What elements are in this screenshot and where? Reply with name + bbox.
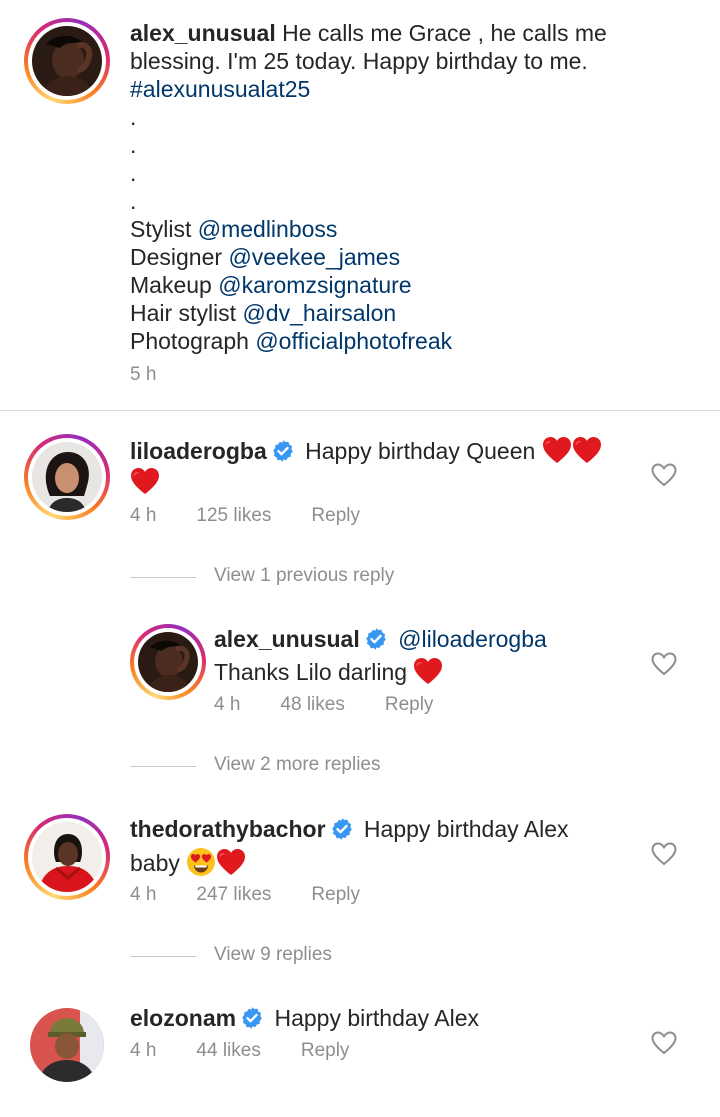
comment-line-1: elozonam Happy birthday Alex xyxy=(130,1004,479,1032)
credit-handle[interactable]: @medlinboss xyxy=(198,216,338,242)
credit-role: Designer xyxy=(130,244,223,270)
red-heart-emoji xyxy=(572,436,602,464)
credit-line: Designer @veekee_james xyxy=(130,243,400,271)
comment-time: 4 h xyxy=(130,884,157,905)
credit-handle[interactable]: @veekee_james xyxy=(228,244,400,270)
comment-avatar[interactable] xyxy=(30,1008,104,1082)
comment-username[interactable]: elozonam xyxy=(130,1005,236,1031)
caption-text-1: He calls me Grace , he calls me xyxy=(282,20,607,46)
caption-username[interactable]: alex_unusual xyxy=(130,20,276,46)
reply-username[interactable]: alex_unusual xyxy=(214,626,360,652)
like-heart-icon[interactable] xyxy=(651,652,677,676)
comment-avatar[interactable] xyxy=(24,814,110,900)
comment-username[interactable]: thedorathybachor xyxy=(130,816,326,842)
red-heart-emoji xyxy=(216,848,246,876)
comment-line-1: thedorathybachor Happy birthday Alex xyxy=(130,815,569,843)
comment-likes[interactable]: 44 likes xyxy=(196,1040,260,1061)
view-replies-label: View 2 more replies xyxy=(214,754,381,775)
comment-likes[interactable]: 247 likes xyxy=(196,884,271,905)
view-replies-toggle[interactable]: View 2 more replies xyxy=(130,754,450,778)
reply-meta: 4 h 48 likes Reply xyxy=(214,694,473,716)
red-heart-emoji xyxy=(413,657,443,685)
comment-text-continued: baby xyxy=(130,850,180,876)
comment-text: Happy birthday Alex xyxy=(363,816,569,842)
reply-button[interactable]: Reply xyxy=(311,884,360,905)
caption-text-2: blessing. I'm 25 today. Happy birthday t… xyxy=(130,48,588,74)
credit-handle[interactable]: @karomzsignature xyxy=(218,272,411,298)
comment-meta: 4 h 247 likes Reply xyxy=(130,884,400,906)
profile-photo-icon xyxy=(138,632,198,692)
comment-line-2 xyxy=(130,467,160,496)
credit-role: Photograph xyxy=(130,328,249,354)
caption-divider xyxy=(0,410,720,411)
reply-text: Thanks Lilo darling xyxy=(214,659,408,685)
credit-line: Stylist @medlinboss xyxy=(130,215,337,243)
credit-handle[interactable]: @dv_hairsalon xyxy=(242,300,396,326)
caption-dot: . xyxy=(130,188,137,214)
caption-avatar[interactable] xyxy=(24,18,110,104)
credit-line: Makeup @karomzsignature xyxy=(130,271,412,299)
comment-time: 4 h xyxy=(130,505,157,526)
caption-dot: . xyxy=(130,160,137,186)
profile-photo-icon xyxy=(30,1008,104,1082)
view-replies-toggle[interactable]: View 9 replies xyxy=(130,944,450,968)
red-heart-emoji xyxy=(542,436,572,464)
reply-line-1: alex_unusual @liloaderogba xyxy=(214,625,547,653)
credit-line: Photograph @officialphotofreak xyxy=(130,327,452,355)
profile-photo-icon xyxy=(32,442,102,512)
reply-mention[interactable]: @liloaderogba xyxy=(398,626,547,652)
comment-avatar[interactable] xyxy=(24,434,110,520)
like-heart-icon[interactable] xyxy=(651,463,677,487)
view-replies-line xyxy=(130,766,196,767)
comment-line-2: baby xyxy=(130,847,246,877)
profile-photo-icon xyxy=(32,26,102,96)
reply-line-2: Thanks Lilo darling xyxy=(214,657,443,686)
like-heart-icon[interactable] xyxy=(651,842,677,866)
view-replies-label: View 1 previous reply xyxy=(214,565,395,586)
reply-time: 4 h xyxy=(214,694,241,715)
reply-likes[interactable]: 48 likes xyxy=(280,694,344,715)
profile-photo-icon xyxy=(32,822,102,892)
comment-meta: 4 h 125 likes Reply xyxy=(130,505,400,527)
reply-button[interactable]: Reply xyxy=(311,505,360,526)
comment-username[interactable]: liloaderogba xyxy=(130,438,267,464)
credit-role: Hair stylist xyxy=(130,300,237,326)
caption-line-1: alex_unusual He calls me Grace , he call… xyxy=(130,19,607,47)
heart-eyes-emoji xyxy=(186,847,216,877)
credit-handle[interactable]: @officialphotofreak xyxy=(255,328,452,354)
comment-meta: 4 h 44 likes Reply xyxy=(130,1040,389,1062)
like-heart-icon[interactable] xyxy=(651,1031,677,1055)
caption-dot: . xyxy=(130,104,137,130)
view-replies-line xyxy=(130,956,196,957)
caption-time: 5 h xyxy=(130,364,157,385)
caption-dot: . xyxy=(130,132,137,158)
red-heart-emoji xyxy=(130,467,160,495)
view-replies-label: View 9 replies xyxy=(214,944,332,965)
reply-avatar[interactable] xyxy=(130,624,206,700)
comment-text: Happy birthday Alex xyxy=(274,1005,480,1031)
credit-line: Hair stylist @dv_hairsalon xyxy=(130,299,396,327)
comment-likes[interactable]: 125 likes xyxy=(196,505,271,526)
view-replies-line xyxy=(130,577,196,578)
comment-time: 4 h xyxy=(130,1040,157,1061)
comment-line-1: liloaderogba Happy birthday Queen xyxy=(130,436,602,465)
credit-role: Stylist xyxy=(130,216,192,242)
verified-badge-icon xyxy=(271,439,295,463)
comment-text: Happy birthday Queen xyxy=(305,438,536,464)
credit-role: Makeup xyxy=(130,272,212,298)
verified-badge-icon xyxy=(364,627,388,651)
verified-badge-icon xyxy=(330,817,354,841)
caption-hashtag[interactable]: #alexunusualat25 xyxy=(130,75,310,103)
reply-button[interactable]: Reply xyxy=(385,694,434,715)
reply-button[interactable]: Reply xyxy=(301,1040,350,1061)
verified-badge-icon xyxy=(240,1006,264,1030)
view-replies-toggle[interactable]: View 1 previous reply xyxy=(130,565,450,589)
